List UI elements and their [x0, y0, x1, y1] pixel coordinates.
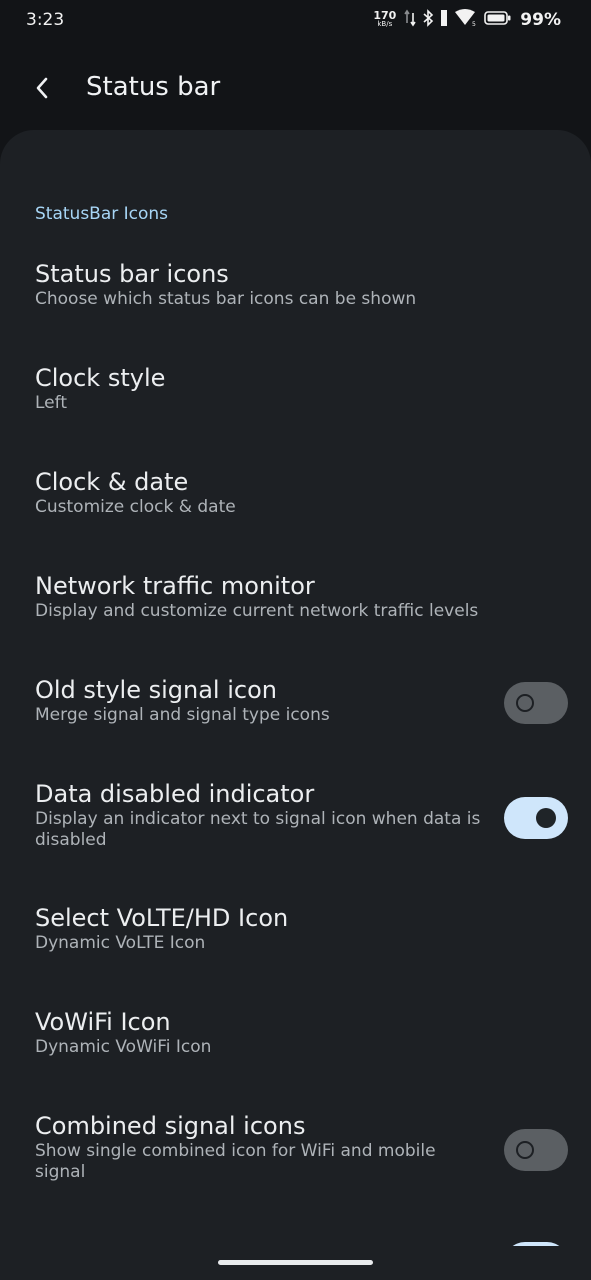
pref-summary: Customize clock & date [35, 497, 236, 517]
pref-title: Old style signal icon [35, 676, 277, 704]
pref-summary: Display and customize current network tr… [35, 601, 479, 621]
battery-icon [484, 10, 512, 30]
section-header: StatusBar Icons [35, 204, 169, 224]
bluetooth-icon [422, 9, 434, 31]
pref-title: Network traffic monitor [35, 572, 315, 600]
wifi-icon: 5 [454, 9, 478, 31]
network-speed-value: 170 [373, 9, 397, 22]
status-icons: 170 kB/s 5 99% [373, 9, 561, 31]
pref-title: VoWiFi Icon [35, 1008, 171, 1036]
pref-summary: Merge signal and signal type icons [35, 705, 330, 725]
back-button[interactable] [22, 70, 62, 110]
pref-title: Combined signal icons [35, 1112, 306, 1140]
pref-summary: Display an indicator next to signal icon… [35, 809, 481, 850]
data-disabled-indicator-toggle[interactable] [504, 797, 568, 839]
svg-text:5: 5 [472, 21, 476, 27]
pref-old-style-signal-icon[interactable]: Old style signal icon Merge signal and s… [35, 675, 575, 726]
app-bar: Status bar [0, 60, 591, 120]
pref-data-disabled-indicator[interactable]: Data disabled indicator Display an indic… [35, 779, 575, 851]
combined-signal-toggle[interactable] [504, 1129, 568, 1171]
network-speed: 170 kB/s [373, 9, 397, 29]
pref-title: Select VoLTE/HD Icon [35, 904, 289, 932]
pref-combined-signal-icons[interactable]: Combined signal icons Show single combin… [35, 1111, 575, 1183]
back-arrow-icon [34, 76, 50, 104]
next-row-toggle[interactable] [504, 1242, 568, 1246]
page-title: Status bar [86, 72, 221, 102]
pref-clock-and-date[interactable]: Clock & date Customize clock & date [35, 467, 575, 518]
pref-summary: Choose which status bar icons can be sho… [35, 289, 417, 309]
pref-summary: Show single combined icon for WiFi and m… [35, 1141, 436, 1182]
next-row-peek [0, 1238, 591, 1246]
network-speed-unit: kB/s [377, 20, 393, 28]
settings-list: StatusBar Icons Status bar icons Choose … [0, 130, 591, 1280]
pref-status-bar-icons[interactable]: Status bar icons Choose which status bar… [35, 259, 575, 310]
pref-summary: Left [35, 393, 67, 413]
system-status-bar: 3:23 170 kB/s 5 99% [0, 0, 591, 44]
pref-clock-style[interactable]: Clock style Left [35, 363, 575, 414]
toggle-knob [536, 808, 556, 828]
pref-vowifi-icon[interactable]: VoWiFi Icon Dynamic VoWiFi Icon [35, 1007, 575, 1058]
pref-summary: Dynamic VoWiFi Icon [35, 1037, 212, 1057]
pref-select-volte-icon[interactable]: Select VoLTE/HD Icon Dynamic VoLTE Icon [35, 903, 575, 954]
pref-title: Clock style [35, 364, 166, 392]
toggle-knob [516, 694, 534, 712]
pref-title: Clock & date [35, 468, 189, 496]
pref-title: Data disabled indicator [35, 780, 315, 808]
gesture-nav-handle[interactable] [218, 1260, 373, 1265]
battery-percentage: 99% [520, 10, 561, 30]
signal-icon [440, 9, 448, 31]
pref-summary: Dynamic VoLTE Icon [35, 933, 206, 953]
data-arrows-icon [404, 9, 416, 31]
old-style-signal-toggle[interactable] [504, 682, 568, 724]
pref-network-traffic-monitor[interactable]: Network traffic monitor Display and cust… [35, 571, 575, 622]
toggle-knob [516, 1141, 534, 1159]
pref-title: Status bar icons [35, 260, 229, 288]
status-time: 3:23 [26, 10, 65, 30]
